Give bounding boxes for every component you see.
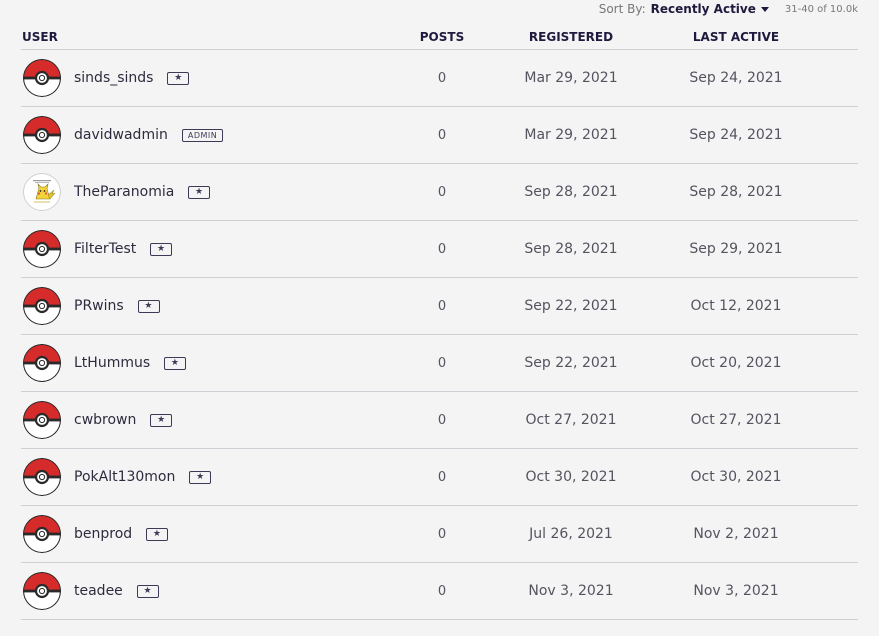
sort-label: Sort By: — [598, 2, 646, 16]
posts-count: 0 — [437, 355, 447, 371]
posts-count: 0 — [437, 241, 447, 257]
last-active-date: Oct 20, 2021 — [690, 355, 782, 371]
star-badge-icon: ★ — [164, 356, 187, 370]
user-cell: PokAlt130mon ★ — [21, 458, 392, 496]
user-cell: benprod ★ — [21, 515, 392, 553]
last-active-date: Oct 12, 2021 — [690, 298, 782, 314]
table-row: sinds_sinds ★ 0 Mar 29, 2021 Sep 24, 202… — [21, 50, 858, 107]
star-badge-icon: ★ — [146, 527, 169, 541]
pokeball-icon[interactable] — [23, 458, 61, 496]
pokeball-icon[interactable] — [23, 116, 61, 154]
star-badge-icon: ★ — [137, 299, 160, 313]
table-row: davidwadmin ADMIN 0 Mar 29, 2021 Sep 24,… — [21, 107, 858, 164]
posts-count: 0 — [437, 70, 447, 86]
username-link[interactable]: sinds_sinds — [74, 70, 153, 86]
user-cell: TheParanomia ★ — [21, 173, 392, 211]
last-active-date: Sep 28, 2021 — [689, 184, 783, 200]
pokeball-icon[interactable] — [23, 287, 61, 325]
posts-count: 0 — [437, 412, 447, 428]
username-link[interactable]: teadee — [74, 583, 123, 599]
username-link[interactable]: benprod — [74, 526, 132, 542]
registered-date: Sep 28, 2021 — [524, 184, 618, 200]
user-cell: LtHummus ★ — [21, 344, 392, 382]
admin-badge: ADMIN — [181, 128, 224, 142]
star-badge-icon: ★ — [167, 71, 190, 85]
star-badge-icon: ★ — [188, 185, 211, 199]
table-row: LtHummus ★ 0 Sep 22, 2021 Oct 20, 2021 — [21, 335, 858, 392]
username-link[interactable]: cwbrown — [74, 412, 136, 428]
posts-count: 0 — [437, 298, 447, 314]
user-cell: PRwins ★ — [21, 287, 392, 325]
pokeball-icon[interactable] — [23, 59, 61, 97]
username-link[interactable]: PokAlt130mon — [74, 469, 175, 485]
table-row: TheParanomia ★ 0 Sep 28, 2021 Sep 28, 20… — [21, 164, 858, 221]
last-active-date: Oct 27, 2021 — [690, 412, 782, 428]
registered-date: Nov 3, 2021 — [528, 583, 614, 599]
user-cell: FilterTest ★ — [21, 230, 392, 268]
registered-date: Jul 26, 2021 — [529, 526, 613, 542]
column-header-last-active[interactable]: LAST ACTIVE — [650, 30, 822, 44]
sort-bar: Sort By: Recently Active 31-40 of 10.0k — [599, 2, 858, 16]
posts-count: 0 — [437, 526, 447, 542]
pagination-range: 31-40 of 10.0k — [784, 3, 858, 15]
star-badge-icon: ★ — [150, 413, 173, 427]
posts-count: 0 — [437, 583, 447, 599]
sort-dropdown[interactable]: Recently Active — [651, 2, 756, 16]
posts-count: 0 — [437, 469, 447, 485]
pokeball-icon[interactable] — [23, 515, 61, 553]
user-cell: davidwadmin ADMIN — [21, 116, 392, 154]
table-row: teadee ★ 0 Nov 3, 2021 Nov 3, 2021 — [21, 563, 858, 620]
chevron-down-icon[interactable] — [760, 6, 769, 12]
pokeball-icon[interactable] — [23, 401, 61, 439]
column-header-user[interactable]: USER — [21, 30, 392, 44]
star-badge-icon: ★ — [136, 584, 159, 598]
last-active-date: Sep 24, 2021 — [689, 70, 783, 86]
member-list-page: Sort By: Recently Active 31-40 of 10.0k … — [0, 0, 879, 636]
registered-date: Mar 29, 2021 — [524, 70, 618, 86]
table-row: PRwins ★ 0 Sep 22, 2021 Oct 12, 2021 — [21, 278, 858, 335]
user-cell: sinds_sinds ★ — [21, 59, 392, 97]
posts-count: 0 — [437, 127, 447, 143]
registered-date: Sep 22, 2021 — [524, 355, 618, 371]
column-header-posts[interactable]: POSTS — [392, 30, 492, 44]
pokeball-icon[interactable] — [23, 230, 61, 268]
last-active-date: Sep 29, 2021 — [689, 241, 783, 257]
table-header: USER POSTS REGISTERED LAST ACTIVE — [21, 25, 858, 50]
star-badge-icon: ★ — [150, 242, 173, 256]
column-header-registered[interactable]: REGISTERED — [492, 30, 650, 44]
table-row: cwbrown ★ 0 Oct 27, 2021 Oct 27, 2021 — [21, 392, 858, 449]
last-active-date: Nov 3, 2021 — [693, 583, 779, 599]
table-body: sinds_sinds ★ 0 Mar 29, 2021 Sep 24, 202… — [21, 50, 858, 620]
registered-date: Sep 28, 2021 — [524, 241, 618, 257]
registered-date: Oct 27, 2021 — [525, 412, 617, 428]
last-active-date: Sep 24, 2021 — [689, 127, 783, 143]
pokeball-icon[interactable] — [23, 572, 61, 610]
users-table: USER POSTS REGISTERED LAST ACTIVE sinds_… — [21, 25, 858, 620]
table-row: PokAlt130mon ★ 0 Oct 30, 2021 Oct 30, 20… — [21, 449, 858, 506]
registered-date: Sep 22, 2021 — [524, 298, 618, 314]
pokeball-icon[interactable] — [23, 344, 61, 382]
registered-date: Oct 30, 2021 — [525, 469, 617, 485]
pikachu-icon[interactable] — [23, 173, 61, 211]
table-row: benprod ★ 0 Jul 26, 2021 Nov 2, 2021 — [21, 506, 858, 563]
user-cell: cwbrown ★ — [21, 401, 392, 439]
star-badge-icon: ★ — [189, 470, 212, 484]
user-cell: teadee ★ — [21, 572, 392, 610]
table-row: FilterTest ★ 0 Sep 28, 2021 Sep 29, 2021 — [21, 221, 858, 278]
username-link[interactable]: LtHummus — [74, 355, 150, 371]
last-active-date: Oct 30, 2021 — [690, 469, 782, 485]
username-link[interactable]: davidwadmin — [74, 127, 168, 143]
username-link[interactable]: PRwins — [74, 298, 124, 314]
registered-date: Mar 29, 2021 — [524, 127, 618, 143]
username-link[interactable]: FilterTest — [74, 241, 136, 257]
posts-count: 0 — [437, 184, 447, 200]
last-active-date: Nov 2, 2021 — [693, 526, 779, 542]
username-link[interactable]: TheParanomia — [74, 184, 174, 200]
